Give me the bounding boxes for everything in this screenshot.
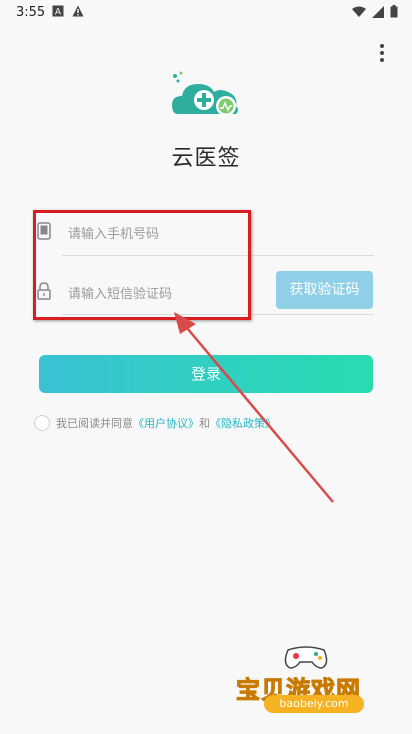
annotation-arrow <box>174 312 334 503</box>
watermark-url: baobeiy.com <box>264 695 364 713</box>
gamepad-watermark-icon <box>284 646 328 669</box>
